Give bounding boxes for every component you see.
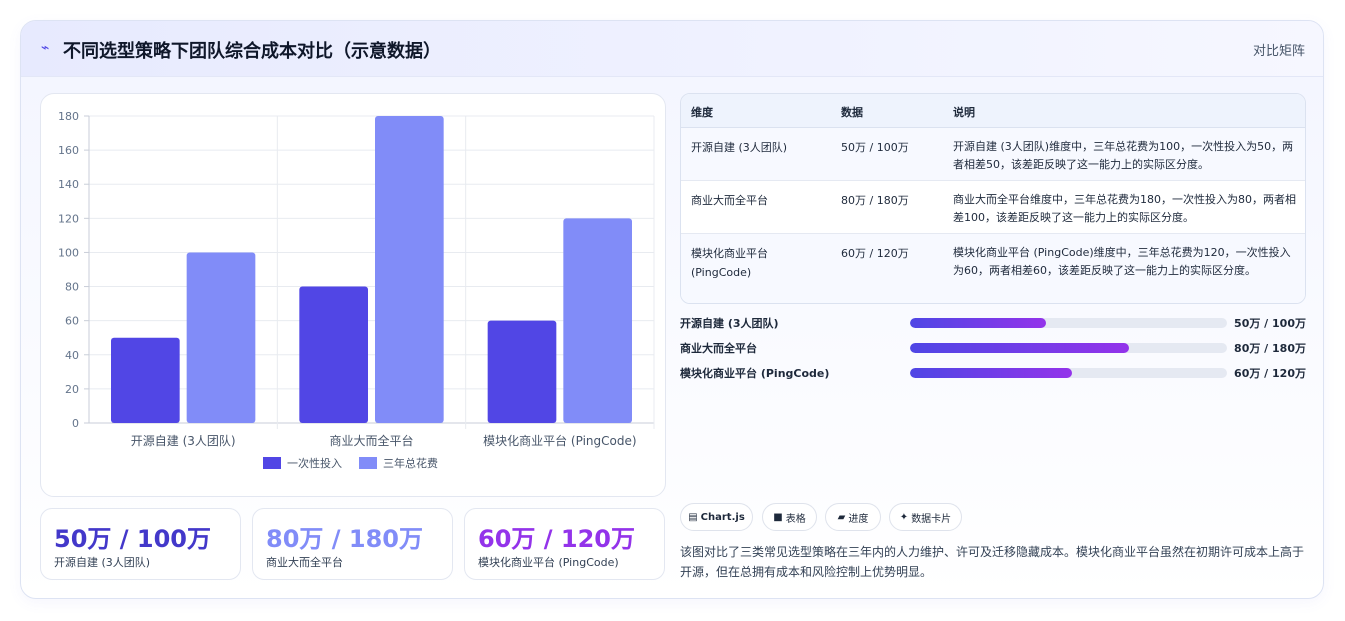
card-header: ⌁ 不同选型策略下团队综合成本对比（示意数据） 对比矩阵: [21, 21, 1323, 77]
legend-label: 一次性投入: [287, 456, 342, 470]
chip-data-card[interactable]: ✦ 数据卡片: [889, 503, 962, 531]
bar-one-time: [487, 320, 557, 423]
square-icon: ■: [773, 511, 783, 523]
table-cell-dimension: 开源自建 (3人团队): [691, 141, 788, 154]
stat-label: 开源自建 (3人团队): [54, 556, 151, 569]
table-cell-dimension: 模块化商业平台 (PingCode): [691, 247, 768, 279]
y-tick-label: 140: [58, 178, 79, 191]
y-tick-label: 0: [72, 417, 79, 430]
chart-note: 该图对比了三类常见选型策略在三年内的人力维护、许可及迁移隐藏成本。模块化商业平台…: [680, 545, 1305, 579]
stat-value: 50万 / 100万: [54, 525, 211, 553]
table-cell-data: 60万 / 120万: [841, 247, 909, 260]
table-icon: ▤: [688, 511, 698, 523]
bar-three-year: [563, 218, 632, 423]
y-tick-label: 60: [65, 315, 79, 328]
y-tick-label: 80: [65, 281, 79, 294]
comparison-table: 维度 数据 说明 开源自建 (3人团队) 50万 / 100万 开源自建 (3人…: [680, 93, 1306, 304]
progress-track: [910, 343, 1227, 353]
table-row: 开源自建 (3人团队) 50万 / 100万 开源自建 (3人团队)维度中，三年…: [681, 128, 1305, 181]
bar-one-time: [111, 337, 180, 423]
table-header-cell: 数据: [841, 106, 863, 119]
bar-icon: ▰: [837, 511, 846, 523]
table-header: 维度 数据 说明: [681, 94, 1305, 128]
table-header-cell: 维度: [691, 106, 713, 119]
y-tick-label: 160: [58, 144, 79, 157]
chip-label: 表格: [785, 513, 806, 525]
progress-fill: [910, 318, 1047, 328]
table-cell-description: 开源自建 (3人团队)维度中，三年总花费为100，一次性投入为50，两者相差50…: [953, 140, 1294, 171]
progress-row: 模块化商业平台 (PingCode) 60万 / 120万: [680, 364, 1306, 382]
y-tick-label: 20: [65, 383, 79, 396]
progress-value: 80万 / 180万: [1234, 342, 1306, 355]
progress-label: 开源自建 (3人团队): [680, 317, 779, 330]
stat-label: 模块化商业平台 (PingCode): [478, 556, 619, 569]
page-title: 不同选型策略下团队综合成本对比（示意数据）: [63, 41, 441, 62]
table-cell-description: 商业大而全平台维度中，三年总花费为180，一次性投入为80，两者相差100，该差…: [953, 193, 1296, 224]
stat-card-commercial: 80万 / 180万 商业大而全平台: [252, 508, 453, 580]
sparkle-icon: ✦: [899, 511, 909, 523]
table-cell-data: 80万 / 180万: [841, 194, 909, 207]
progress-track: [910, 318, 1227, 328]
stat-value: 60万 / 120万: [478, 525, 635, 553]
chip-table[interactable]: ■ 表格: [762, 503, 817, 531]
progress-fill: [910, 343, 1129, 353]
progress-label: 商业大而全平台: [680, 342, 757, 355]
progress-row: 商业大而全平台 80万 / 180万: [680, 339, 1306, 357]
progress-track: [910, 368, 1227, 378]
bar-chart: 0 20 40 60 80 100 120 140 160 180 开源自建 (3人团队) 商业大而全…: [58, 110, 655, 470]
header-tag: 对比矩阵: [1252, 44, 1305, 59]
table-row: 商业大而全平台 80万 / 180万 商业大而全平台维度中，三年总花费为180，…: [681, 181, 1305, 234]
progress-label: 模块化商业平台 (PingCode): [680, 367, 830, 380]
stat-card-modular: 60万 / 120万 模块化商业平台 (PingCode): [464, 508, 665, 580]
table-cell-data: 50万 / 100万: [841, 141, 909, 154]
chart-icon: ⌁: [41, 40, 50, 56]
table-cell-description: 模块化商业平台 (PingCode)维度中，三年总花费为120，一次性投入为60…: [953, 246, 1291, 277]
stat-card-open-source: 50万 / 100万 开源自建 (3人团队): [40, 508, 241, 580]
chip-label: 进度: [848, 513, 869, 525]
bar-three-year: [186, 252, 256, 423]
table-header-cell: 说明: [953, 106, 975, 119]
x-tick-label: 模块化商业平台 (PingCode): [483, 433, 636, 448]
comparison-card: ⌁ 不同选型策略下团队综合成本对比（示意数据） 对比矩阵 0 20 40 60 80 10…: [20, 20, 1324, 599]
y-tick-label: 120: [58, 212, 79, 225]
y-tick-label: 40: [65, 349, 79, 362]
table-row: 模块化商业平台 (PingCode) 60万 / 120万 模块化商业平台 (P…: [681, 234, 1305, 303]
bar-chart-panel: 0 20 40 60 80 100 120 140 160 180 开源自建 (3人团队) 商业大而全…: [40, 93, 666, 497]
chip-chartjs[interactable]: ▤ Chart.js: [680, 503, 753, 531]
progress-row: 开源自建 (3人团队) 50万 / 100万: [680, 314, 1306, 332]
chip-label: 数据卡片: [911, 513, 952, 525]
x-tick-label: 商业大而全平台: [329, 433, 413, 448]
x-tick-label: 开源自建 (3人团队): [131, 433, 236, 448]
stat-label: 商业大而全平台: [266, 556, 343, 569]
legend-swatch: [359, 457, 377, 469]
stat-value: 80万 / 180万: [266, 525, 423, 553]
bar-three-year: [375, 116, 444, 423]
chip-label: Chart.js: [700, 511, 745, 523]
legend-swatch: [263, 457, 281, 469]
legend-label: 三年总花费: [383, 456, 438, 470]
y-tick-label: 100: [58, 246, 79, 259]
progress-value: 60万 / 120万: [1234, 367, 1306, 380]
bar-one-time: [299, 286, 368, 423]
y-tick-label: 180: [58, 110, 79, 123]
progress-value: 50万 / 100万: [1234, 317, 1306, 330]
chip-progress[interactable]: ▰ 进度: [825, 503, 881, 531]
table-cell-dimension: 商业大而全平台: [691, 194, 768, 207]
progress-fill: [910, 368, 1072, 378]
